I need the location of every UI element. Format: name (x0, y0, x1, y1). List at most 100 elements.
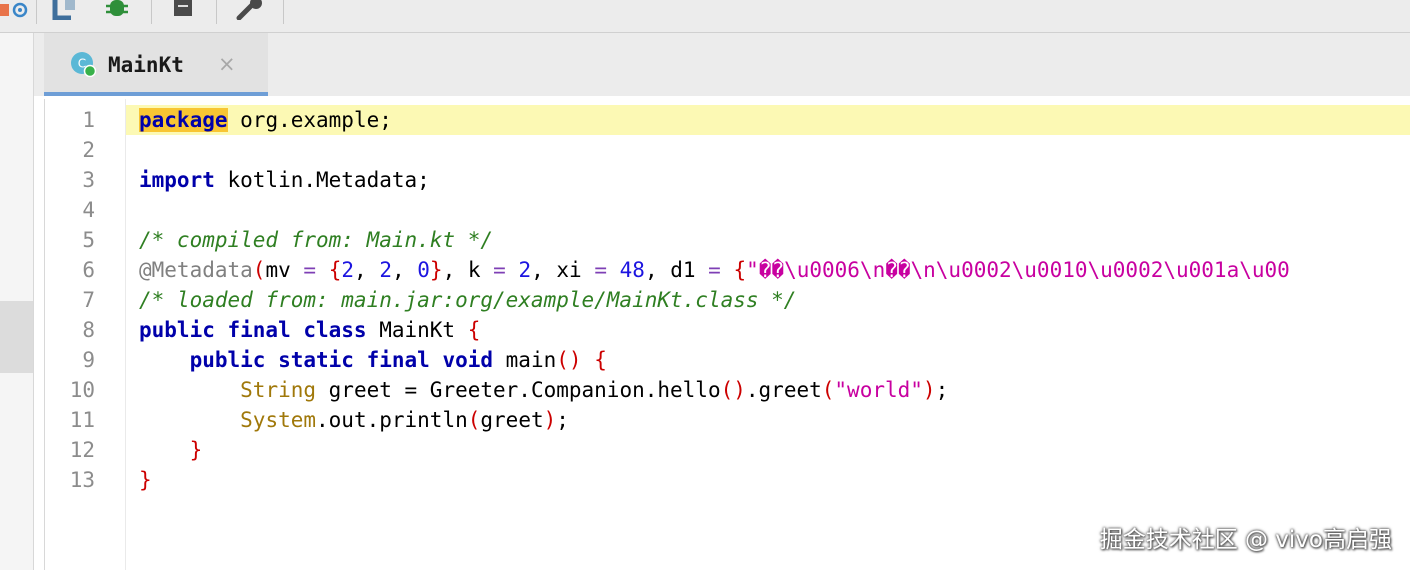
editor-tab-bar: C MainKt × (34, 33, 1410, 96)
kotlin-class-icon: C (71, 52, 96, 77)
structure-icon[interactable] (50, 0, 82, 20)
line-number: 5 (82, 228, 95, 252)
main-toolbar (0, 0, 1410, 33)
type-name: System (240, 408, 317, 432)
brace: { (328, 258, 342, 282)
paren: ) (543, 408, 557, 432)
code-line-9[interactable]: public static final void main() { (139, 345, 607, 375)
tab-close-icon[interactable]: × (218, 53, 236, 75)
code-token: mv (265, 258, 304, 282)
code-editor[interactable]: 1 2 3 4 5 6 7 8 9 10 11 12 13 package or… (44, 99, 1410, 570)
line-number: 8 (82, 318, 95, 342)
operator: = (594, 258, 607, 282)
bug-icon[interactable] (100, 0, 134, 20)
tab-mainkt[interactable]: C MainKt × (44, 33, 268, 96)
code-token: ; (935, 378, 949, 402)
code-line-12[interactable]: } (139, 435, 203, 465)
toolbar-separator (283, 0, 284, 24)
code-token: , k (442, 258, 494, 282)
paren: () (720, 378, 746, 402)
left-tool-strip (0, 33, 34, 570)
keyword-import: import (139, 168, 215, 192)
toolbar-separator (151, 0, 152, 24)
line-number: 1 (82, 108, 95, 132)
paren: ( (821, 378, 835, 402)
left-strip-selected-item[interactable] (0, 301, 33, 373)
code-area[interactable]: package org.example; import kotlin.Metad… (126, 99, 1410, 570)
line-number: 6 (82, 258, 95, 282)
type-name: String (240, 378, 317, 402)
code-token: greet (480, 408, 544, 432)
method-modifiers: public static final void (189, 348, 494, 372)
code-token: , (391, 258, 418, 282)
paren: () (556, 348, 582, 372)
line-number: 9 (82, 348, 95, 372)
number-literal: 2 (379, 258, 392, 282)
line-number: 11 (69, 408, 95, 432)
paren: ( (467, 408, 481, 432)
code-token: .greet (745, 378, 822, 402)
number-literal: 2 (341, 258, 355, 282)
brace: { (467, 318, 481, 342)
number-literal: 48 (619, 258, 645, 282)
code-token: greet = Greeter.Companion.hello (316, 378, 721, 402)
class-name: MainKt (366, 318, 468, 342)
paren: ( (252, 258, 266, 282)
brace: } (139, 468, 152, 492)
code-line-11[interactable]: System.out.println(greet); (139, 405, 569, 435)
brace: } (429, 258, 443, 282)
line-number: 7 (82, 288, 95, 312)
code-line-10[interactable]: String greet = Greeter.Companion.hello()… (139, 375, 948, 405)
code-line-5-comment[interactable]: /* compiled from: Main.kt */ (139, 225, 493, 255)
code-line-6[interactable]: @Metadata(mv = {2, 2, 0}, k = 2, xi = 48… (139, 255, 1290, 285)
code-token: .out.println (316, 408, 468, 432)
settings-gear-icon[interactable] (0, 0, 34, 20)
line-number-gutter: 1 2 3 4 5 6 7 8 9 10 11 12 13 (45, 99, 126, 570)
annotation-name: @Metadata (139, 258, 253, 282)
code-token: , (354, 258, 380, 282)
line-number: 13 (69, 468, 95, 492)
code-line-3[interactable]: import kotlin.Metadata; (139, 165, 430, 195)
document-icon[interactable] (166, 0, 200, 20)
line-number: 2 (82, 138, 95, 162)
code-line-8[interactable]: public final class MainKt { (139, 315, 480, 345)
code-token: ; (556, 408, 569, 432)
line-number: 12 (69, 438, 95, 462)
watermark: 掘金技术社区 @ vivo高启强 (1099, 527, 1392, 553)
paren: ) (922, 378, 936, 402)
code-token: , d1 (644, 258, 709, 282)
brace: { (594, 348, 607, 372)
ide-window: C MainKt × 1 2 3 4 5 6 7 8 9 10 11 12 13… (0, 0, 1410, 570)
keyword-package: package (139, 108, 228, 132)
string-literal: "��\u0006\n��\n\u0002\u0010\u0002\u001a\… (746, 258, 1290, 282)
wrench-icon[interactable] (232, 0, 268, 20)
line-number: 4 (82, 198, 95, 222)
code-line-1[interactable]: package org.example; (139, 105, 392, 135)
brace: { (733, 258, 747, 282)
toolbar-separator (36, 0, 37, 24)
operator: = (303, 258, 317, 282)
number-literal: 0 (417, 258, 430, 282)
import-path: kotlin.Metadata; (214, 168, 430, 192)
code-line-7-comment[interactable]: /* loaded from: main.jar:org/example/Mai… (139, 285, 796, 315)
code-line-13[interactable]: } (139, 465, 152, 495)
method-name: main (493, 348, 557, 372)
operator: = (493, 258, 506, 282)
tab-title: MainKt (108, 53, 184, 77)
package-name: org.example; (227, 108, 392, 132)
class-modifiers: public final class (139, 318, 367, 342)
line-number: 10 (69, 378, 95, 402)
code-token: , xi (531, 258, 595, 282)
brace: } (189, 438, 203, 462)
number-literal: 2 (518, 258, 532, 282)
toolbar-separator (216, 0, 217, 24)
